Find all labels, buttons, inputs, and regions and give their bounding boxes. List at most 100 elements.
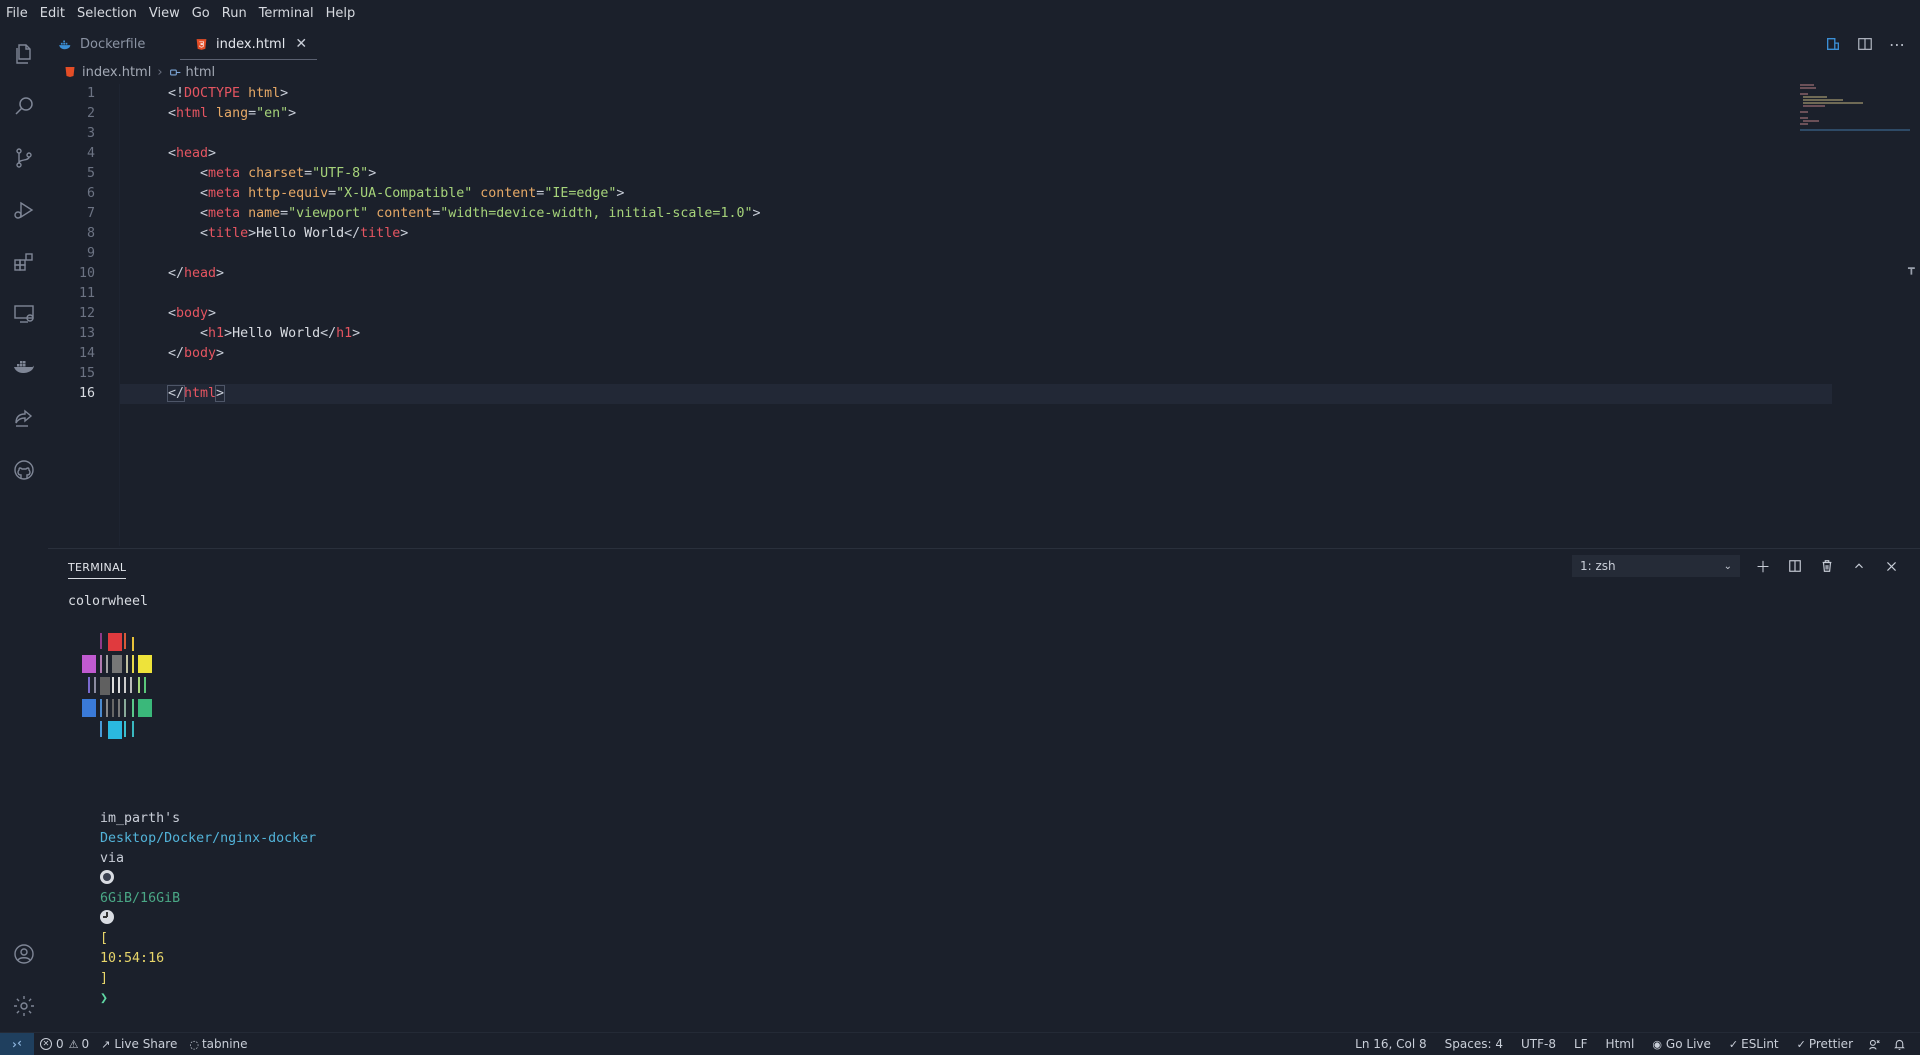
terminal-output[interactable]: colorwheel [68,591,1888,612]
code-editor[interactable]: 1 2 3 4 5 6 7 8 9 10 11 12 13 14 15 16 <… [48,84,1908,546]
colorwheel-graphic [82,633,172,743]
terminal-select-value: 1: zsh [1580,559,1616,573]
tab-index-html[interactable]: index.html ✕ [180,28,318,60]
live-share-icon[interactable] [0,394,48,442]
menu-run[interactable]: Run [216,0,253,28]
line-number: 14 [78,346,95,361]
remote-explorer-icon[interactable] [0,290,48,338]
cursor-marker: ┳ [1908,262,1915,275]
close-panel-icon[interactable] [1882,557,1900,575]
explorer-icon[interactable] [0,30,48,78]
editor-tabs: Dockerfile index.html ✕ [48,28,1920,60]
new-terminal-icon[interactable]: ＋ [1754,557,1772,576]
split-terminal-icon[interactable] [1786,557,1804,575]
code-line: <title>Hello World</title> [200,226,409,241]
code-line: <meta name="viewport" content="width=dev… [200,206,761,221]
line-number: 15 [78,366,95,381]
code-line: </head> [168,266,225,281]
run-debug-icon[interactable] [0,186,48,234]
language-mode[interactable]: Html [1597,1033,1644,1055]
eslint-status[interactable]: ✓ ESLint [1720,1033,1788,1055]
menu-edit[interactable]: Edit [34,0,71,28]
close-icon[interactable]: ✕ [295,36,307,52]
source-control-icon[interactable] [0,134,48,182]
kill-terminal-icon[interactable] [1818,557,1836,575]
settings-gear-icon[interactable] [0,982,48,1030]
menu-go[interactable]: Go [186,0,216,28]
tab-dockerfile[interactable]: Dockerfile [48,28,180,60]
chevron-right-icon: › [157,64,163,80]
live-share-status[interactable]: ↗ Live Share [95,1033,183,1055]
code-lines: <!DOCTYPE html> <html lang="en"> <head> … [120,84,1832,404]
notifications-bell-icon[interactable] [1887,1033,1912,1055]
terminal-panel: TERMINAL 1: zsh ⌄ ＋ colorwheel im_parth'… [48,548,1920,1033]
editor-scrollbar[interactable]: ┳ [1906,84,1920,546]
remote-indicator-icon[interactable] [0,1033,34,1055]
tabnine-status[interactable]: ◌ tabnine [183,1033,253,1055]
feedback-icon[interactable] [1862,1033,1887,1055]
prompt-time-open: [ [100,931,109,946]
line-number: 2 [86,106,95,121]
tabnine-label: tabnine [201,1037,248,1051]
line-number: 13 [78,326,95,341]
menu-bar: File Edit Selection View Go Run Terminal… [0,0,1920,28]
menu-terminal[interactable]: Terminal [253,0,320,28]
prompt-path: Desktop/Docker/nginx-docker [100,831,317,846]
tab-label: index.html [216,36,286,52]
error-icon: ✕ [40,1038,52,1050]
code-line: <h1>Hello World</h1> [200,326,361,341]
code-line: <body> [168,306,217,321]
live-share-icon: ↗ [101,1037,111,1051]
code-line: </body> [168,346,225,361]
split-editor-icon[interactable] [1856,35,1874,53]
menu-file[interactable]: File [0,0,34,28]
code-line-current: </html> [120,384,1832,404]
open-preview-icon[interactable] [1824,35,1842,53]
breadcrumb-file[interactable]: index.html [82,65,151,80]
panel-header: TERMINAL [68,555,127,585]
github-icon[interactable] [0,446,48,494]
status-bar: ✕ 0 ⚠ 0 ↗ Live Share ◌ tabnine Ln 16, Co… [0,1032,1920,1055]
activity-bar [0,28,48,1034]
menu-help[interactable]: Help [320,0,362,28]
tabnine-icon: ◌ [189,1037,199,1051]
docker-icon [58,37,72,51]
indentation-status[interactable]: Spaces: 4 [1436,1033,1512,1055]
prompt-via: via [100,851,125,866]
code-line: <head> [168,146,217,161]
minimap[interactable] [1796,84,1910,174]
prettier-status[interactable]: ✓ Prettier [1788,1033,1862,1055]
eol-status[interactable]: LF [1565,1033,1597,1055]
go-live-label: Go Live [1665,1037,1711,1051]
more-actions-icon[interactable]: ⋯ [1888,35,1906,54]
line-number-current: 16 [78,386,95,401]
extensions-icon[interactable] [0,238,48,286]
prompt-time-close: ] [100,971,109,986]
search-icon[interactable] [0,82,48,130]
maximize-panel-icon[interactable] [1850,557,1868,575]
menu-view[interactable]: View [143,0,186,28]
breadcrumb-symbol[interactable]: html [186,65,216,80]
status-bar-right: Ln 16, Col 8 Spaces: 4 UTF-8 LF Html ◉ G… [1346,1033,1912,1055]
line-number: 4 [86,146,95,161]
cursor-position[interactable]: Ln 16, Col 8 [1346,1033,1436,1055]
encoding-status[interactable]: UTF-8 [1512,1033,1565,1055]
live-share-label: Live Share [114,1037,178,1051]
tab-terminal[interactable]: TERMINAL [68,561,127,579]
memory-chip-icon [100,870,115,884]
terminal-line: colorwheel [68,594,149,609]
go-live-button[interactable]: ◉ Go Live [1643,1033,1720,1055]
prompt-arrow: ❯ [100,991,109,1006]
line-number: 8 [86,226,95,241]
line-number: 9 [86,246,95,261]
account-icon[interactable] [0,930,48,978]
line-number: 1 [86,86,95,101]
docker-icon[interactable] [0,342,48,390]
terminal-select[interactable]: 1: zsh ⌄ [1572,555,1740,577]
problems-status[interactable]: ✕ 0 ⚠ 0 [34,1033,95,1055]
line-number: 3 [86,126,95,141]
breadcrumb: index.html › html [64,62,215,82]
menu-selection[interactable]: Selection [71,0,143,28]
